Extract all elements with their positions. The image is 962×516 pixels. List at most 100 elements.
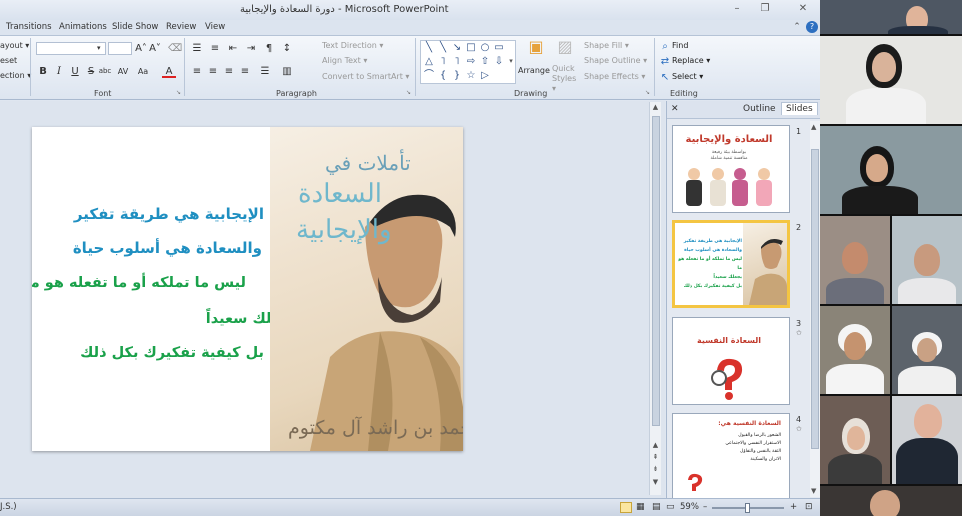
clear-format-icon[interactable]: ⌫ <box>168 42 182 55</box>
select-button[interactable]: Select ▾ <box>672 72 703 81</box>
shapes-gallery[interactable]: ╲ ╲ ↘ □ ○ ▭ △ ˥ ˥ ⇨ ⇧ ⇩ ⌒ { } ☆ ▷ ▾ <box>420 40 516 84</box>
reading-view-icon[interactable]: ▤ <box>652 502 661 512</box>
brace-shape-icon[interactable]: } <box>451 70 463 81</box>
participant-video[interactable] <box>820 306 890 394</box>
rectangle-shape-icon[interactable]: □ <box>465 42 477 53</box>
slide-editing-area[interactable]: الإيجابية هي طريقة تفكير والسعادة هي أسلو… <box>0 101 665 498</box>
line-shape-icon[interactable]: ╲ <box>437 42 449 53</box>
zoom-slider-thumb[interactable] <box>745 503 750 513</box>
next-slide-icon[interactable]: ⇟ <box>650 464 661 474</box>
slideshow-view-icon[interactable]: ▭ <box>666 502 675 512</box>
arrange-icon[interactable]: ▣ <box>525 39 547 60</box>
align-right-icon[interactable]: ≡ <box>222 65 236 78</box>
oval-shape-icon[interactable]: ○ <box>479 42 491 53</box>
layout-button[interactable]: ayout ▾ <box>0 41 29 50</box>
shape-fill-button[interactable]: Shape Fill ▾ <box>584 41 629 50</box>
section-button[interactable]: ection ▾ <box>0 71 31 80</box>
participant-video[interactable] <box>820 216 890 304</box>
arrow-shape-icon[interactable]: ↘ <box>451 42 463 53</box>
font-size-combo[interactable] <box>108 42 132 55</box>
rtl-icon[interactable]: ¶ <box>262 42 276 55</box>
zoom-out-button[interactable]: – <box>703 502 707 512</box>
tab-slide-show[interactable]: Slide Show <box>112 22 158 32</box>
arrange-button[interactable]: Arrange <box>518 66 550 75</box>
character-spacing-button[interactable]: AV <box>116 65 130 78</box>
decrease-indent-icon[interactable]: ⇤ <box>226 42 240 55</box>
connector-shape-icon[interactable]: ˥ <box>451 56 463 67</box>
restore-button[interactable]: ❐ <box>758 3 772 15</box>
vertical-scrollbar[interactable]: ▲ ▲ ⇞ ⇟ ▼ <box>649 102 661 495</box>
quick-styles-icon[interactable]: ▨ <box>554 39 576 60</box>
slide-thumbnail[interactable]: السعادة النفسية هي: الشعور بالرضا والقبو… <box>672 413 790 501</box>
more-shapes-icon[interactable]: ▾ <box>505 56 517 67</box>
participant-video[interactable] <box>820 0 962 34</box>
numbering-icon[interactable]: ≡ <box>208 42 222 55</box>
brace-shape-icon[interactable]: { <box>437 70 449 81</box>
line-shape-icon[interactable]: ╲ <box>423 42 435 53</box>
close-panel-icon[interactable]: ✕ <box>671 104 679 114</box>
columns-icon[interactable]: ▥ <box>280 65 294 78</box>
participant-video[interactable] <box>892 216 962 304</box>
italic-button[interactable]: I <box>52 65 66 78</box>
participant-video[interactable] <box>892 396 962 484</box>
minimize-button[interactable]: – <box>730 3 744 15</box>
reset-button[interactable]: eset <box>0 56 17 65</box>
justify-icon[interactable]: ≡ <box>238 65 252 78</box>
close-button[interactable]: ✕ <box>796 3 810 15</box>
shape-outline-button[interactable]: Shape Outline ▾ <box>584 56 647 65</box>
tab-transitions[interactable]: Transitions <box>6 22 52 32</box>
line-spacing-icon[interactable]: ↕ <box>280 42 294 55</box>
slide-text-line[interactable]: الإيجابية هي طريقة تفكير <box>74 205 264 223</box>
convert-smartart-button[interactable]: Convert to SmartArt ▾ <box>322 72 409 81</box>
right-arrow-shape-icon[interactable]: ⇨ <box>465 56 477 67</box>
scroll-down-icon[interactable]: ▼ <box>811 487 816 495</box>
slide-text-line[interactable]: والسعادة هي أسلوب حياة <box>73 239 262 257</box>
strikethrough-button[interactable]: S <box>84 65 98 78</box>
panel-scrollbar[interactable]: ▲ ▼ <box>810 121 820 497</box>
zoom-level[interactable]: 59% <box>680 502 699 512</box>
slide-thumbnail[interactable]: السعادة والإيجابية بواسطة بيئة رفيعة منا… <box>672 125 790 213</box>
align-left-icon[interactable]: ≡ <box>190 65 204 78</box>
portrait-image[interactable]: تأملات في السعادة والإيجابية محمد بن راش… <box>270 127 463 451</box>
drawing-dialog-launcher-icon[interactable]: ↘ <box>645 89 650 96</box>
fit-to-window-icon[interactable]: ⊡ <box>805 502 813 512</box>
font-color-button[interactable]: A <box>162 65 176 78</box>
find-icon[interactable]: ⌕ <box>658 40 672 53</box>
find-button[interactable]: Find <box>672 41 688 50</box>
callout-shape-icon[interactable]: ▷ <box>479 70 491 81</box>
tab-review[interactable]: Review <box>166 22 196 32</box>
slide-text-line[interactable]: ليس ما تملكه أو ما تفعله هو ما <box>32 275 246 291</box>
participant-video[interactable] <box>820 486 962 516</box>
bold-button[interactable]: B <box>36 65 50 78</box>
quick-styles-button[interactable]: Quick Styles ▾ <box>552 64 576 94</box>
participant-video[interactable] <box>820 36 962 124</box>
scroll-up-icon[interactable]: ▲ <box>650 102 661 112</box>
underline-button[interactable]: U <box>68 65 82 78</box>
shape-effects-button[interactable]: Shape Effects ▾ <box>584 72 645 81</box>
scroll-down-icon[interactable]: ▼ <box>650 477 661 487</box>
participant-video[interactable] <box>820 396 890 484</box>
scroll-up-icon[interactable]: ▲ <box>650 440 661 450</box>
grow-font-icon[interactable]: A˄ <box>134 42 148 55</box>
slide-thumbnail[interactable]: السعادة النفسية <box>672 317 790 405</box>
down-arrow-shape-icon[interactable]: ⇩ <box>493 56 505 67</box>
font-dialog-launcher-icon[interactable]: ↘ <box>176 89 181 96</box>
align-center-icon[interactable]: ≡ <box>206 65 220 78</box>
shrink-font-icon[interactable]: A˅ <box>148 42 162 55</box>
help-icon[interactable]: ? <box>806 21 818 33</box>
paragraph-dialog-launcher-icon[interactable]: ↘ <box>406 89 411 96</box>
change-case-button[interactable]: Aa <box>136 65 150 78</box>
align-text-button[interactable]: Align Text ▾ <box>322 56 367 65</box>
scrollbar-thumb[interactable] <box>652 116 660 426</box>
curve-shape-icon[interactable]: ⌒ <box>423 70 435 81</box>
text-shadow-button[interactable]: abc <box>98 65 112 78</box>
up-arrow-shape-icon[interactable]: ⇧ <box>479 56 491 67</box>
star-shape-icon[interactable]: ☆ <box>465 70 477 81</box>
connector-shape-icon[interactable]: ˥ <box>437 56 449 67</box>
rounded-rectangle-shape-icon[interactable]: ▭ <box>493 42 505 53</box>
replace-button[interactable]: Replace ▾ <box>672 56 710 65</box>
zoom-in-button[interactable]: + <box>790 502 797 512</box>
panel-scrollbar-thumb[interactable] <box>811 149 819 449</box>
current-slide[interactable]: الإيجابية هي طريقة تفكير والسعادة هي أسلو… <box>32 127 463 451</box>
select-icon[interactable]: ↖ <box>658 71 672 84</box>
